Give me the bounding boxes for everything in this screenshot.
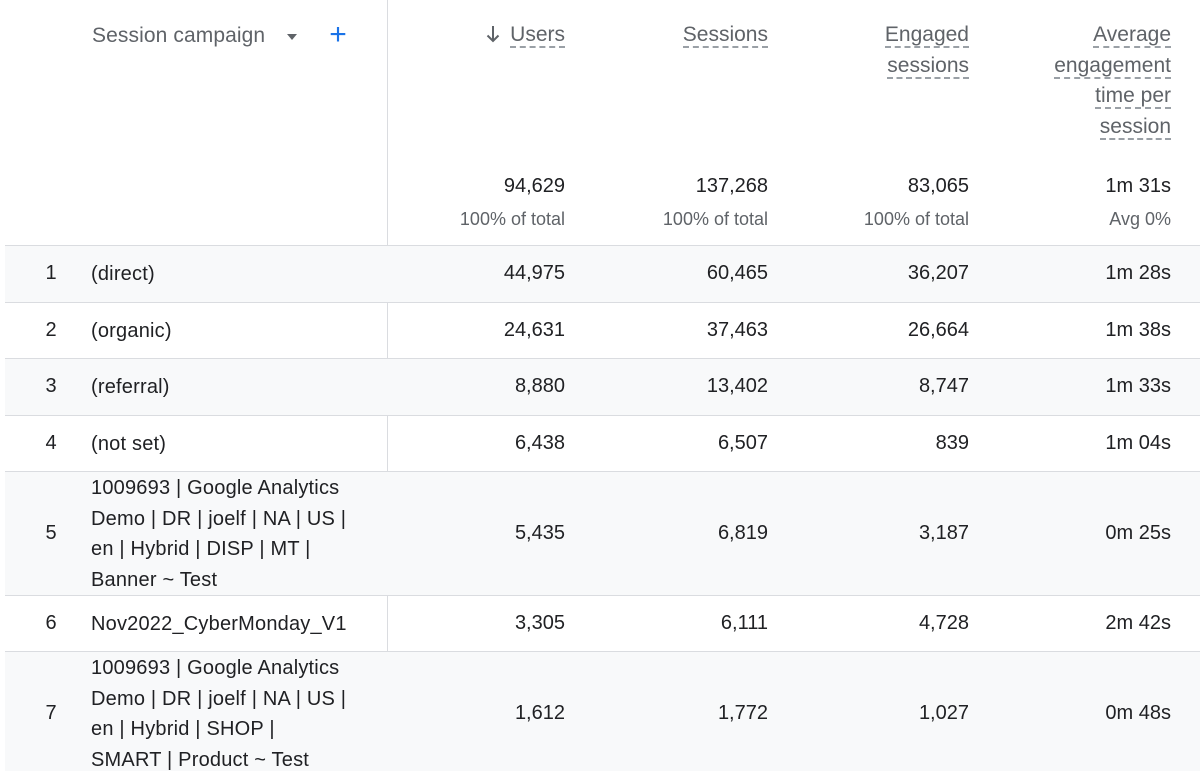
campaign-name-line: Demo | DR | joelf | NA | US | bbox=[91, 684, 381, 715]
column-header-label: engagement bbox=[1054, 54, 1171, 79]
table-row[interactable]: 1 (direct) 44,975 60,465 36,207 1m 28s bbox=[5, 245, 1200, 303]
column-header-label: sessions bbox=[887, 54, 969, 79]
column-header-label: time per bbox=[1095, 84, 1171, 109]
row-avg-engagement-time: 0m 25s bbox=[1105, 522, 1171, 545]
row-avg-engagement-time: 1m 04s bbox=[1105, 432, 1171, 455]
total-sessions: 137,268 bbox=[696, 175, 768, 198]
row-campaign-name[interactable]: 1009693 | Google Analytics Demo | DR | j… bbox=[91, 653, 381, 775]
row-engaged-sessions: 8,747 bbox=[919, 375, 969, 398]
row-users: 1,612 bbox=[515, 702, 565, 725]
column-header-label: Sessions bbox=[683, 23, 768, 48]
campaign-name-line: (direct) bbox=[91, 263, 155, 285]
campaign-name-line: (referral) bbox=[91, 376, 170, 398]
row-engaged-sessions: 36,207 bbox=[908, 262, 969, 285]
column-header-label: Average bbox=[1093, 23, 1171, 48]
column-header-avg-engagement-time[interactable]: Average engagement time per session bbox=[1054, 20, 1171, 142]
campaign-name-line: 1009693 | Google Analytics bbox=[91, 653, 381, 684]
table-row[interactable]: 5 1009693 | Google Analytics Demo | DR |… bbox=[5, 471, 1200, 596]
row-engaged-sessions: 3,187 bbox=[919, 522, 969, 545]
row-campaign-name[interactable]: (not set) bbox=[91, 429, 381, 460]
row-users: 24,631 bbox=[504, 319, 565, 342]
dimension-header: Session campaign + bbox=[92, 22, 347, 50]
column-header-sessions[interactable]: Sessions bbox=[683, 20, 768, 51]
column-header-users[interactable]: Users bbox=[486, 20, 565, 51]
row-engaged-sessions: 4,728 bbox=[919, 612, 969, 635]
row-users: 3,305 bbox=[515, 612, 565, 635]
column-header-label: Users bbox=[510, 23, 565, 48]
row-avg-engagement-time: 2m 42s bbox=[1105, 612, 1171, 635]
row-index: 4 bbox=[41, 432, 61, 455]
row-index: 3 bbox=[41, 375, 61, 398]
report-table: Session campaign + Users Sessions Engage… bbox=[0, 0, 1200, 770]
row-users: 44,975 bbox=[504, 262, 565, 285]
row-sessions: 6,111 bbox=[721, 612, 768, 635]
row-campaign-name[interactable]: (organic) bbox=[91, 316, 381, 347]
row-engaged-sessions: 1,027 bbox=[919, 702, 969, 725]
row-index: 7 bbox=[41, 702, 61, 725]
total-users: 94,629 bbox=[504, 175, 565, 198]
row-users: 6,438 bbox=[515, 432, 565, 455]
row-campaign-name[interactable]: 1009693 | Google Analytics Demo | DR | j… bbox=[91, 473, 381, 595]
row-avg-engagement-time: 0m 48s bbox=[1105, 702, 1171, 725]
table-row[interactable]: 2 (organic) 24,631 37,463 26,664 1m 38s bbox=[5, 302, 1200, 359]
table-row[interactable]: 4 (not set) 6,438 6,507 839 1m 04s bbox=[5, 415, 1200, 472]
row-index: 6 bbox=[41, 612, 61, 635]
campaign-name-line: (organic) bbox=[91, 320, 172, 342]
row-engaged-sessions: 26,664 bbox=[908, 319, 969, 342]
row-avg-engagement-time: 1m 38s bbox=[1105, 319, 1171, 342]
campaign-name-line: SMART | Product ~ Test bbox=[91, 745, 381, 775]
dimension-dropdown-icon[interactable] bbox=[287, 34, 297, 40]
row-index: 5 bbox=[41, 522, 61, 545]
row-campaign-name[interactable]: (referral) bbox=[91, 372, 381, 403]
campaign-name-line: (not set) bbox=[91, 433, 166, 455]
row-users: 5,435 bbox=[515, 522, 565, 545]
row-sessions: 6,507 bbox=[718, 432, 768, 455]
campaign-name-line: Demo | DR | joelf | NA | US | bbox=[91, 504, 381, 535]
row-avg-engagement-time: 1m 33s bbox=[1105, 375, 1171, 398]
total-engaged-sessions: 83,065 bbox=[908, 175, 969, 198]
column-header-label: session bbox=[1100, 115, 1171, 140]
row-sessions: 6,819 bbox=[718, 522, 768, 545]
campaign-name-line: Banner ~ Test bbox=[91, 565, 381, 596]
row-index: 1 bbox=[41, 262, 61, 285]
campaign-name-line: Nov2022_CyberMonday_V1 bbox=[91, 613, 347, 635]
campaign-name-line: en | Hybrid | DISP | MT | bbox=[91, 534, 381, 565]
row-engaged-sessions: 839 bbox=[936, 432, 969, 455]
add-dimension-icon[interactable]: + bbox=[329, 20, 347, 50]
row-index: 2 bbox=[41, 319, 61, 342]
row-campaign-name[interactable]: (direct) bbox=[91, 259, 381, 290]
row-sessions: 1,772 bbox=[718, 702, 768, 725]
row-avg-engagement-time: 1m 28s bbox=[1105, 262, 1171, 285]
table-row[interactable]: 7 1009693 | Google Analytics Demo | DR |… bbox=[5, 651, 1200, 771]
dimension-label: Session campaign bbox=[92, 24, 265, 48]
total-sessions-note: 100% of total bbox=[663, 209, 768, 230]
total-avg-engagement-time-note: Avg 0% bbox=[1109, 209, 1171, 230]
table-row[interactable]: 6 Nov2022_CyberMonday_V1 3,305 6,111 4,7… bbox=[5, 595, 1200, 652]
column-header-label: Engaged bbox=[885, 23, 969, 48]
row-sessions: 37,463 bbox=[707, 319, 768, 342]
table-row[interactable]: 3 (referral) 8,880 13,402 8,747 1m 33s bbox=[5, 358, 1200, 416]
campaign-name-line: 1009693 | Google Analytics bbox=[91, 473, 381, 504]
row-sessions: 60,465 bbox=[707, 262, 768, 285]
row-sessions: 13,402 bbox=[707, 375, 768, 398]
row-campaign-name[interactable]: Nov2022_CyberMonday_V1 bbox=[91, 609, 381, 640]
sort-descending-icon bbox=[486, 20, 500, 43]
total-users-note: 100% of total bbox=[460, 209, 565, 230]
total-avg-engagement-time: 1m 31s bbox=[1105, 175, 1171, 198]
campaign-name-line: en | Hybrid | SHOP | bbox=[91, 714, 381, 745]
row-users: 8,880 bbox=[515, 375, 565, 398]
column-header-engaged-sessions[interactable]: Engaged sessions bbox=[885, 20, 969, 81]
total-engaged-sessions-note: 100% of total bbox=[864, 209, 969, 230]
